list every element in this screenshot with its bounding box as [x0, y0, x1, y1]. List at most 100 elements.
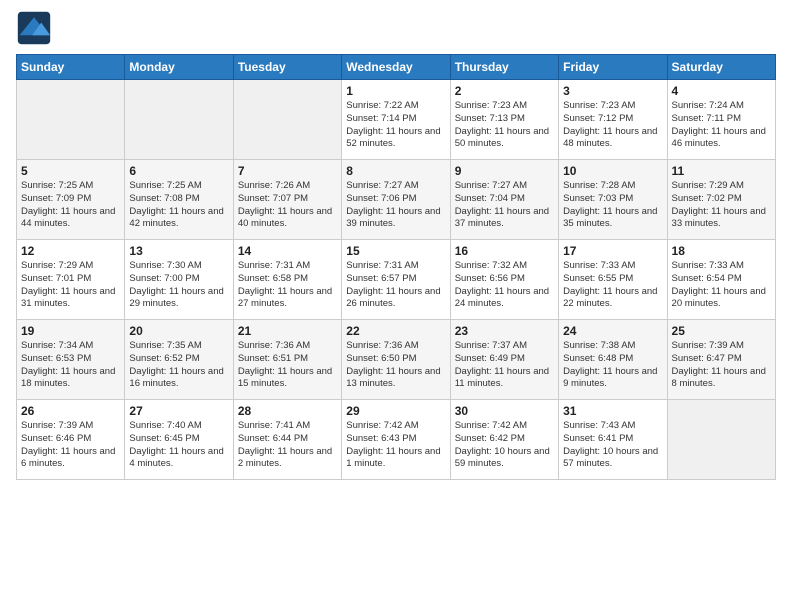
- day-info: Sunrise: 7:25 AM Sunset: 7:09 PM Dayligh…: [21, 180, 120, 231]
- day-number: 2: [455, 84, 554, 98]
- day-number: 16: [455, 244, 554, 258]
- calendar-cell: 9 Sunrise: 7:27 AM Sunset: 7:04 PM Daylig…: [450, 160, 558, 240]
- calendar-cell: 1 Sunrise: 7:22 AM Sunset: 7:14 PM Daylig…: [342, 80, 450, 160]
- day-info: Sunrise: 7:23 AM Sunset: 7:12 PM Dayligh…: [563, 100, 662, 151]
- day-info: Sunrise: 7:35 AM Sunset: 6:52 PM Dayligh…: [129, 340, 228, 391]
- day-number: 7: [238, 164, 337, 178]
- header-day-thursday: Thursday: [450, 55, 558, 80]
- day-number: 22: [346, 324, 445, 338]
- day-number: 30: [455, 404, 554, 418]
- calendar-cell: 8 Sunrise: 7:27 AM Sunset: 7:06 PM Daylig…: [342, 160, 450, 240]
- week-row-4: 26Sunrise: 7:39 AM Sunset: 6:46 PM Dayli…: [17, 400, 776, 480]
- day-number: 21: [238, 324, 337, 338]
- calendar-cell: 22 Sunrise: 7:36 AM Sunset: 6:50 PM Dayli…: [342, 320, 450, 400]
- calendar-cell: 30Sunrise: 7:42 AM Sunset: 6:42 PM Dayli…: [450, 400, 558, 480]
- week-row-1: 5 Sunrise: 7:25 AM Sunset: 7:09 PM Daylig…: [17, 160, 776, 240]
- calendar-cell: 14 Sunrise: 7:31 AM Sunset: 6:58 PM Dayli…: [233, 240, 341, 320]
- calendar-table: SundayMondayTuesdayWednesdayThursdayFrid…: [16, 54, 776, 480]
- day-info: Sunrise: 7:26 AM Sunset: 7:07 PM Dayligh…: [238, 180, 337, 231]
- calendar-cell: 15 Sunrise: 7:31 AM Sunset: 6:57 PM Dayli…: [342, 240, 450, 320]
- calendar-cell: 25Sunrise: 7:39 AM Sunset: 6:47 PM Dayli…: [667, 320, 775, 400]
- day-info: Sunrise: 7:34 AM Sunset: 6:53 PM Dayligh…: [21, 340, 120, 391]
- calendar-cell: 23 Sunrise: 7:37 AM Sunset: 6:49 PM Dayli…: [450, 320, 558, 400]
- day-number: 8: [346, 164, 445, 178]
- day-info: Sunrise: 7:38 AM Sunset: 6:48 PM Dayligh…: [563, 340, 662, 391]
- logo-icon: [16, 10, 52, 46]
- day-info: Sunrise: 7:31 AM Sunset: 6:58 PM Dayligh…: [238, 260, 337, 311]
- calendar-cell: 4 Sunrise: 7:24 AM Sunset: 7:11 PM Daylig…: [667, 80, 775, 160]
- day-info: Sunrise: 7:33 AM Sunset: 6:55 PM Dayligh…: [563, 260, 662, 311]
- day-info: Sunrise: 7:25 AM Sunset: 7:08 PM Dayligh…: [129, 180, 228, 231]
- page-container: SundayMondayTuesdayWednesdayThursdayFrid…: [0, 0, 792, 490]
- day-info: Sunrise: 7:27 AM Sunset: 7:04 PM Dayligh…: [455, 180, 554, 231]
- calendar-cell: 24 Sunrise: 7:38 AM Sunset: 6:48 PM Dayli…: [559, 320, 667, 400]
- calendar-cell: 27Sunrise: 7:40 AM Sunset: 6:45 PM Dayli…: [125, 400, 233, 480]
- day-info: Sunrise: 7:29 AM Sunset: 7:02 PM Dayligh…: [672, 180, 771, 231]
- calendar-cell: 29Sunrise: 7:42 AM Sunset: 6:43 PM Dayli…: [342, 400, 450, 480]
- day-info: Sunrise: 7:42 AM Sunset: 6:43 PM Dayligh…: [346, 420, 445, 471]
- header: [16, 10, 776, 46]
- week-row-3: 19 Sunrise: 7:34 AM Sunset: 6:53 PM Dayli…: [17, 320, 776, 400]
- calendar-cell: 26Sunrise: 7:39 AM Sunset: 6:46 PM Dayli…: [17, 400, 125, 480]
- calendar-cell: 16 Sunrise: 7:32 AM Sunset: 6:56 PM Dayli…: [450, 240, 558, 320]
- day-info: Sunrise: 7:36 AM Sunset: 6:50 PM Dayligh…: [346, 340, 445, 391]
- calendar-cell: 10 Sunrise: 7:28 AM Sunset: 7:03 PM Dayli…: [559, 160, 667, 240]
- day-number: 31: [563, 404, 662, 418]
- day-number: 6: [129, 164, 228, 178]
- day-number: 25: [672, 324, 771, 338]
- day-info: Sunrise: 7:27 AM Sunset: 7:06 PM Dayligh…: [346, 180, 445, 231]
- logo: [16, 10, 56, 46]
- calendar-cell: 21Sunrise: 7:36 AM Sunset: 6:51 PM Dayli…: [233, 320, 341, 400]
- day-info: Sunrise: 7:31 AM Sunset: 6:57 PM Dayligh…: [346, 260, 445, 311]
- day-number: 14: [238, 244, 337, 258]
- calendar-cell: [17, 80, 125, 160]
- header-day-tuesday: Tuesday: [233, 55, 341, 80]
- day-info: Sunrise: 7:22 AM Sunset: 7:14 PM Dayligh…: [346, 100, 445, 151]
- calendar-cell: [667, 400, 775, 480]
- day-info: Sunrise: 7:37 AM Sunset: 6:49 PM Dayligh…: [455, 340, 554, 391]
- day-number: 9: [455, 164, 554, 178]
- day-number: 5: [21, 164, 120, 178]
- day-info: Sunrise: 7:33 AM Sunset: 6:54 PM Dayligh…: [672, 260, 771, 311]
- calendar-cell: 7 Sunrise: 7:26 AM Sunset: 7:07 PM Daylig…: [233, 160, 341, 240]
- header-day-sunday: Sunday: [17, 55, 125, 80]
- day-number: 24: [563, 324, 662, 338]
- calendar-cell: 12 Sunrise: 7:29 AM Sunset: 7:01 PM Dayli…: [17, 240, 125, 320]
- calendar-cell: [233, 80, 341, 160]
- calendar-cell: 18 Sunrise: 7:33 AM Sunset: 6:54 PM Dayli…: [667, 240, 775, 320]
- header-day-wednesday: Wednesday: [342, 55, 450, 80]
- calendar-cell: 6 Sunrise: 7:25 AM Sunset: 7:08 PM Daylig…: [125, 160, 233, 240]
- calendar-body: 1 Sunrise: 7:22 AM Sunset: 7:14 PM Daylig…: [17, 80, 776, 480]
- day-number: 26: [21, 404, 120, 418]
- calendar-header: SundayMondayTuesdayWednesdayThursdayFrid…: [17, 55, 776, 80]
- calendar-cell: 5 Sunrise: 7:25 AM Sunset: 7:09 PM Daylig…: [17, 160, 125, 240]
- day-info: Sunrise: 7:30 AM Sunset: 7:00 PM Dayligh…: [129, 260, 228, 311]
- header-day-monday: Monday: [125, 55, 233, 80]
- day-info: Sunrise: 7:41 AM Sunset: 6:44 PM Dayligh…: [238, 420, 337, 471]
- day-info: Sunrise: 7:28 AM Sunset: 7:03 PM Dayligh…: [563, 180, 662, 231]
- calendar-cell: 31 Sunrise: 7:43 AM Sunset: 6:41 PM Dayli…: [559, 400, 667, 480]
- calendar-cell: 13Sunrise: 7:30 AM Sunset: 7:00 PM Dayli…: [125, 240, 233, 320]
- day-number: 1: [346, 84, 445, 98]
- day-info: Sunrise: 7:24 AM Sunset: 7:11 PM Dayligh…: [672, 100, 771, 151]
- day-info: Sunrise: 7:29 AM Sunset: 7:01 PM Dayligh…: [21, 260, 120, 311]
- day-number: 12: [21, 244, 120, 258]
- day-info: Sunrise: 7:23 AM Sunset: 7:13 PM Dayligh…: [455, 100, 554, 151]
- day-info: Sunrise: 7:43 AM Sunset: 6:41 PM Dayligh…: [563, 420, 662, 471]
- calendar-cell: 11Sunrise: 7:29 AM Sunset: 7:02 PM Dayli…: [667, 160, 775, 240]
- calendar-cell: 20 Sunrise: 7:35 AM Sunset: 6:52 PM Dayli…: [125, 320, 233, 400]
- header-day-saturday: Saturday: [667, 55, 775, 80]
- day-number: 19: [21, 324, 120, 338]
- day-number: 20: [129, 324, 228, 338]
- calendar-cell: 28Sunrise: 7:41 AM Sunset: 6:44 PM Dayli…: [233, 400, 341, 480]
- day-number: 4: [672, 84, 771, 98]
- day-number: 3: [563, 84, 662, 98]
- day-number: 15: [346, 244, 445, 258]
- header-day-friday: Friday: [559, 55, 667, 80]
- calendar-cell: 2 Sunrise: 7:23 AM Sunset: 7:13 PM Daylig…: [450, 80, 558, 160]
- day-info: Sunrise: 7:32 AM Sunset: 6:56 PM Dayligh…: [455, 260, 554, 311]
- day-number: 10: [563, 164, 662, 178]
- day-number: 23: [455, 324, 554, 338]
- day-number: 18: [672, 244, 771, 258]
- calendar-cell: 17Sunrise: 7:33 AM Sunset: 6:55 PM Dayli…: [559, 240, 667, 320]
